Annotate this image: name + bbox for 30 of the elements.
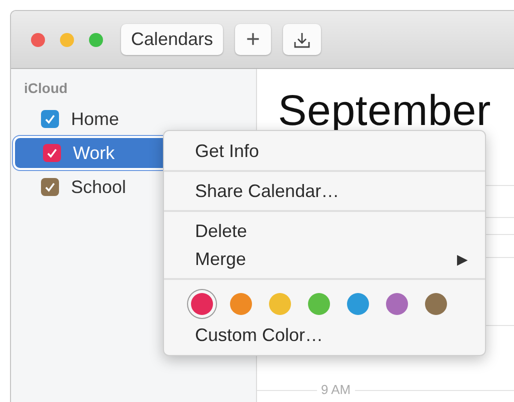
calendar-name: Home	[71, 108, 120, 130]
calendar-item[interactable]: Home	[13, 102, 171, 136]
color-swatch[interactable]	[191, 293, 213, 315]
checkbox[interactable]	[41, 110, 59, 128]
download-button[interactable]	[283, 24, 322, 55]
time-label: 9 AM	[317, 382, 355, 397]
group-label: iCloud	[24, 80, 68, 96]
color-swatch[interactable]	[230, 293, 252, 315]
color-swatch[interactable]	[269, 293, 291, 315]
color-swatch[interactable]	[386, 293, 408, 315]
color-swatch[interactable]	[425, 293, 447, 315]
checkmark-icon	[44, 181, 56, 193]
menu-item[interactable]: Merge ▶	[164, 245, 485, 273]
close-button[interactable]	[31, 32, 45, 46]
month-title: September	[278, 87, 492, 136]
zoom-button[interactable]	[89, 32, 103, 46]
add-button[interactable]: +	[235, 24, 272, 55]
menu-item[interactable]: Custom Color…	[164, 321, 485, 349]
checkmark-icon	[44, 113, 56, 125]
calendar-name: Work	[73, 142, 115, 164]
color-swatch[interactable]	[308, 293, 330, 315]
calendars-button[interactable]: Calendars	[121, 24, 224, 55]
calendar-name: School	[71, 176, 126, 198]
download-icon	[293, 30, 312, 48]
menu-item[interactable]: Delete	[164, 217, 485, 245]
color-swatch[interactable]	[347, 293, 369, 315]
submenu-arrow-icon: ▶	[457, 251, 468, 267]
checkbox[interactable]	[43, 144, 61, 162]
checkbox[interactable]	[41, 178, 59, 196]
checkmark-icon	[46, 147, 58, 159]
